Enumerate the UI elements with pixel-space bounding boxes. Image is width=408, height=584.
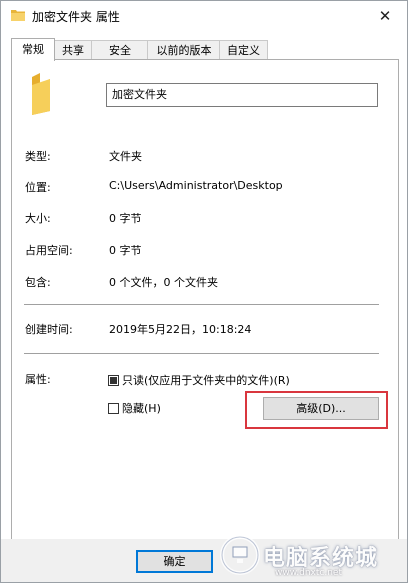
divider <box>24 304 379 305</box>
type-value: 文件夹 <box>109 150 142 163</box>
watermark-url: www.dnxtc.net <box>275 568 342 578</box>
location-label: 位置: <box>25 181 51 194</box>
created-label: 创建时间: <box>25 323 73 336</box>
location-value: C:\Users\Administrator\Desktop <box>109 179 283 192</box>
advanced-button[interactable]: 高级(D)... <box>263 397 379 420</box>
general-tab-panel <box>11 59 399 541</box>
tab-customize[interactable]: 自定义 <box>219 40 268 60</box>
size-label: 大小: <box>25 212 51 225</box>
attributes-label: 属性: <box>25 373 51 386</box>
tab-previous-versions[interactable]: 以前的版本 <box>147 40 221 60</box>
site-watermark: 电脑系统城 www.dnxtc.net <box>213 528 408 584</box>
folder-icon <box>11 10 25 21</box>
large-folder-icon <box>32 73 50 115</box>
hidden-checkbox[interactable] <box>108 403 119 414</box>
window-title: 加密文件夹 属性 <box>32 10 120 24</box>
close-icon: ✕ <box>378 7 392 25</box>
tab-sharing[interactable]: 共享 <box>53 40 93 60</box>
title-bar[interactable]: 加密文件夹 属性 ✕ <box>1 1 407 31</box>
readonly-label[interactable]: 只读(仅应用于文件夹中的文件)(R) <box>122 372 290 388</box>
ok-button[interactable]: 确定 <box>136 550 213 573</box>
divider <box>24 353 379 354</box>
watermark-logo-icon <box>220 535 260 575</box>
size-value: 0 字节 <box>109 212 142 225</box>
contains-value: 0 个文件，0 个文件夹 <box>109 276 218 289</box>
contains-label: 包含: <box>25 276 51 289</box>
folder-name-input[interactable]: 加密文件夹 <box>106 83 378 107</box>
size-on-disk-label: 占用空间: <box>25 244 73 257</box>
tab-security[interactable]: 安全 <box>91 40 149 60</box>
size-on-disk-value: 0 字节 <box>109 244 142 257</box>
close-button[interactable]: ✕ <box>367 3 403 29</box>
type-label: 类型: <box>25 150 51 163</box>
created-value: 2019年5月22日，10:18:24 <box>109 323 252 336</box>
hidden-label[interactable]: 隐藏(H) <box>122 400 161 416</box>
tab-general[interactable]: 常规 <box>11 38 55 61</box>
properties-dialog: 加密文件夹 属性 ✕ 常规 共享 安全 以前的版本 自定义 加密文件夹 类型: … <box>0 0 408 583</box>
readonly-checkbox[interactable] <box>108 375 119 386</box>
